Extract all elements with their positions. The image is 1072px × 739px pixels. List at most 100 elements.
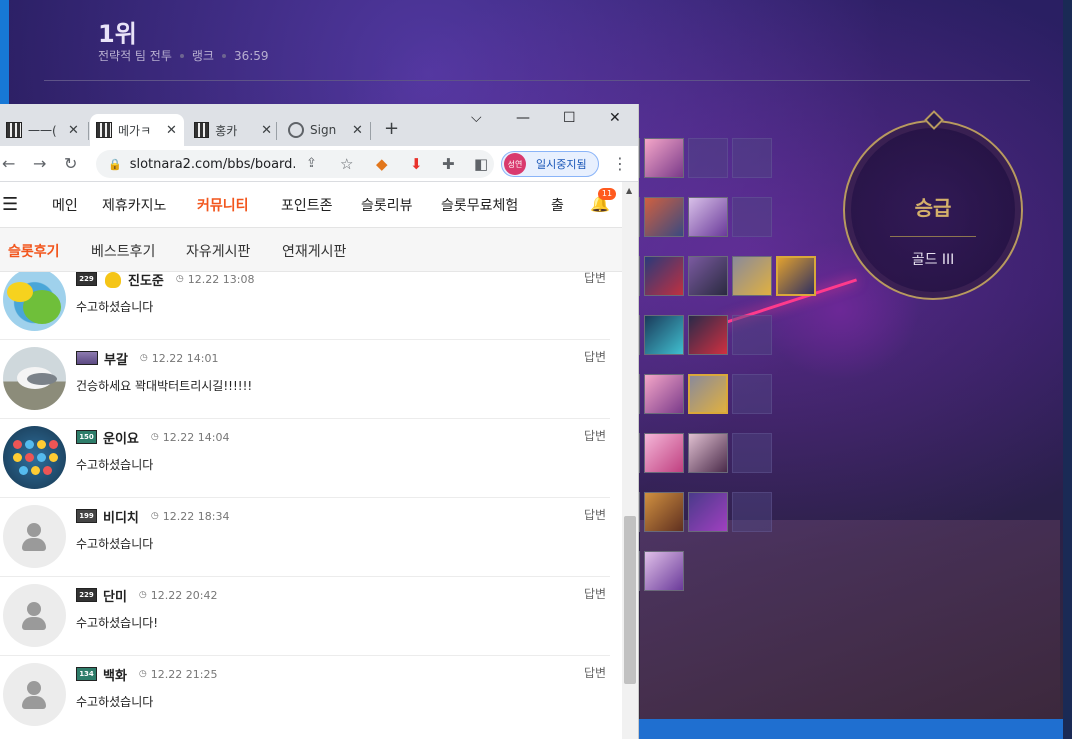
tier-label: 골드 III <box>911 252 955 268</box>
nav-item-attendance[interactable]: 출 <box>551 195 564 215</box>
new-tab-button[interactable]: + <box>384 118 399 139</box>
nav-item-partner-casino[interactable]: 제휴카지노 <box>102 195 166 215</box>
unit-portrait[interactable] <box>644 374 684 414</box>
nav-item-point-zone[interactable]: 포인트존 <box>281 195 333 215</box>
reply-link[interactable]: 답변 <box>584 506 606 523</box>
scroll-up-arrow-icon[interactable]: ▲ <box>626 186 632 195</box>
maximize-button[interactable]: ☐ <box>563 110 576 126</box>
forward-button[interactable]: → <box>33 154 46 173</box>
unit-portrait[interactable] <box>644 551 684 591</box>
reply-link[interactable]: 답변 <box>584 585 606 602</box>
default-avatar-icon[interactable] <box>3 663 66 726</box>
sub-item-serial-board[interactable]: 연재게시판 <box>282 241 346 261</box>
sub-item-free-board[interactable]: 자유게시판 <box>186 241 250 261</box>
empty-slot <box>732 138 772 178</box>
minimize-button[interactable]: — <box>516 110 530 126</box>
share-icon[interactable]: ⇪ <box>306 156 317 171</box>
level-badge: 150 <box>76 430 97 444</box>
empty-slot <box>688 138 728 178</box>
unit-portrait[interactable] <box>644 433 684 473</box>
tab-1[interactable]: 一一( ✕ <box>0 114 84 146</box>
empty-slot <box>732 374 772 414</box>
reply-link[interactable]: 답변 <box>584 664 606 681</box>
reply-link[interactable]: 답변 <box>584 272 606 286</box>
sub-item-best-review[interactable]: 베스트후기 <box>91 241 155 261</box>
tab-2[interactable]: 메가ㅋ ✕ <box>90 114 184 146</box>
lock-icon[interactable]: 🔒 <box>108 158 122 171</box>
nav-item-main[interactable]: 메인 <box>52 195 78 215</box>
sub-item-slot-review[interactable]: 슬롯후기 <box>8 241 60 261</box>
menu-kebab-icon[interactable]: ⋮ <box>612 154 628 173</box>
close-window-button[interactable]: ✕ <box>609 110 621 126</box>
tab-4[interactable]: Sign ✕ <box>282 114 366 146</box>
metamask-extension-icon[interactable]: ◆ <box>376 155 388 173</box>
comment-author[interactable]: 부갈 <box>104 349 128 368</box>
tab-search-icon[interactable]: ⌵ <box>471 110 482 126</box>
address-bar[interactable]: 🔒 slotnara2.com/bbs/board.php ⇪ ☆ <box>96 150 494 178</box>
clock-icon: ◷ <box>138 669 147 679</box>
unit-portrait[interactable] <box>732 256 772 296</box>
unit-portrait[interactable] <box>688 256 728 296</box>
nav-item-slot-review[interactable]: 슬롯리뷰 <box>361 195 413 215</box>
unit-portrait[interactable] <box>688 315 728 355</box>
default-avatar-icon[interactable] <box>3 505 66 568</box>
comment-author[interactable]: 비디치 <box>103 507 139 526</box>
comment-author[interactable]: 진도준 <box>128 272 164 289</box>
avatar-art <box>27 523 41 537</box>
profile-button[interactable]: 성연 일시중지됨 <box>501 151 599 177</box>
default-avatar-icon[interactable] <box>3 584 66 647</box>
emblem-notch <box>924 110 944 130</box>
unit-portrait[interactable] <box>688 433 728 473</box>
reload-button[interactable]: ↻ <box>64 154 77 173</box>
comment-item: 134 백화 ◷ 12.22 21:25 답변 수고하셨습니다 <box>0 656 610 735</box>
avatar-art <box>27 373 57 385</box>
comment-author[interactable]: 백화 <box>103 665 127 684</box>
unit-portrait[interactable] <box>644 138 684 178</box>
comment-time: 12.22 13:08 <box>187 272 255 286</box>
comment-meta: 134 백화 ◷ 12.22 21:25 <box>76 664 217 684</box>
comment-author[interactable]: 운이요 <box>103 428 139 447</box>
comment-text: 수고하셨습니다 <box>76 537 154 551</box>
close-tab-icon[interactable]: ✕ <box>352 123 363 138</box>
nav-item-free-slot[interactable]: 슬롯무료체험 <box>441 195 518 215</box>
avatar-art <box>22 538 46 551</box>
comment-time: 12.22 20:42 <box>150 588 218 602</box>
close-tab-icon[interactable]: ✕ <box>68 123 79 138</box>
comment-author[interactable]: 단미 <box>103 586 127 605</box>
nav-item-community[interactable]: 커뮤니티 <box>197 195 249 215</box>
unit-row <box>630 433 772 473</box>
close-tab-icon[interactable]: ✕ <box>166 123 177 138</box>
close-tab-icon[interactable]: ✕ <box>261 123 272 138</box>
tab-3[interactable]: 홍카 ✕ <box>188 114 272 146</box>
url-text[interactable]: slotnara2.com/bbs/board.php <box>130 157 295 172</box>
unit-portrait[interactable] <box>688 492 728 532</box>
profile-status: 일시중지됨 <box>536 158 587 171</box>
download-icon[interactable]: ⬇ <box>410 155 423 173</box>
browser-window: 一一( ✕ 메가ㅋ ✕ 홍카 ✕ Sign ✕ + ⌵ — ☐ ✕ ← → ↻ <box>0 104 639 739</box>
reply-link[interactable]: 답변 <box>584 348 606 365</box>
unit-portrait[interactable] <box>644 315 684 355</box>
user-avatar[interactable] <box>3 347 66 410</box>
hamburger-menu-icon[interactable]: ☰ <box>2 194 18 215</box>
unit-portrait[interactable] <box>644 256 684 296</box>
unit-portrait[interactable] <box>688 374 728 414</box>
side-panel-icon[interactable]: ◧ <box>474 155 488 173</box>
scrollbar-thumb[interactable] <box>624 516 636 684</box>
user-avatar[interactable] <box>3 426 66 489</box>
back-button[interactable]: ← <box>2 154 15 173</box>
comment-meta: 150 운이요 ◷ 12.22 14:04 <box>76 427 229 447</box>
unit-portrait[interactable] <box>776 256 816 296</box>
user-avatar[interactable] <box>3 272 66 331</box>
clock-icon: ◷ <box>150 432 159 442</box>
comment-list: 229 진도준 ◷ 12.22 13:08 답변 수고하셨습니다 부갈 ◷ 12… <box>0 272 622 739</box>
unit-portrait[interactable] <box>688 197 728 237</box>
bookmark-star-icon[interactable]: ☆ <box>340 155 353 173</box>
reply-link[interactable]: 답변 <box>584 427 606 444</box>
unit-portrait[interactable] <box>644 492 684 532</box>
unit-portrait[interactable] <box>644 197 684 237</box>
page-scrollbar[interactable]: ▲ <box>622 182 638 739</box>
avatar-art <box>13 440 22 449</box>
extensions-puzzle-icon[interactable]: ✚ <box>442 155 455 173</box>
avatar-art <box>25 440 34 449</box>
unit-row <box>630 256 816 296</box>
